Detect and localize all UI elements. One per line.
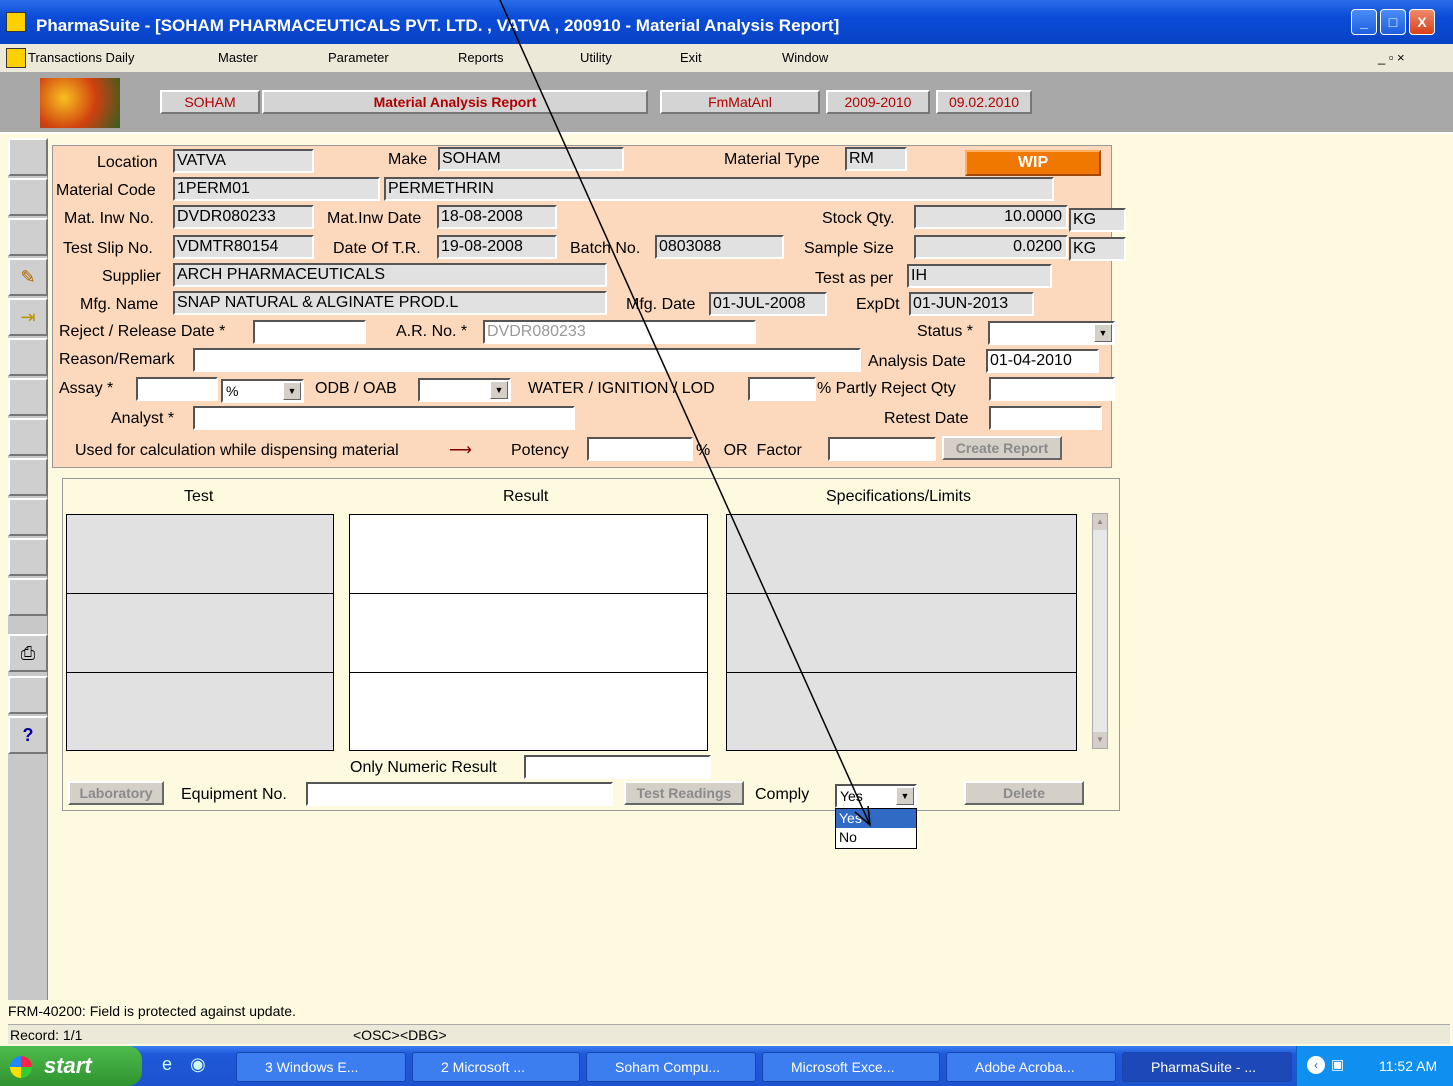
clock: 11:52 AM — [1379, 1058, 1438, 1074]
record-indicator: Record: 1/1 — [10, 1027, 83, 1043]
network-icon[interactable]: ▣ — [1331, 1056, 1344, 1073]
tray-collapse-icon[interactable]: ‹ — [1307, 1056, 1325, 1074]
record-bar: Record: 1/1 <OSC> <DBG> — [8, 1024, 1450, 1044]
task-windows-explorer[interactable]: 3 Windows E... — [236, 1052, 406, 1082]
system-tray: ‹ ▣ 11:52 AM — [1296, 1046, 1453, 1086]
task-microsoft-excel[interactable]: Microsoft Exce... — [762, 1052, 940, 1082]
windows-logo-icon — [10, 1056, 32, 1078]
quicklaunch-icon[interactable]: ◉ — [190, 1054, 206, 1075]
task-adobe-acrobat[interactable]: Adobe Acroba... — [946, 1052, 1116, 1082]
taskbar: start e ◉ 3 Windows E... 2 Microsoft ...… — [0, 1046, 1453, 1086]
dbg-indicator: <DBG> — [400, 1027, 447, 1043]
task-soham-computers[interactable]: Soham Compu... — [586, 1052, 756, 1082]
task-microsoft-word[interactable]: 2 Microsoft ... — [412, 1052, 580, 1082]
annotation-arrow — [499, 0, 871, 827]
task-pharmasuite[interactable]: PharmaSuite - ... — [1122, 1052, 1292, 1082]
status-message: FRM-40200: Field is protected against up… — [8, 1003, 296, 1019]
ie-icon[interactable]: e — [162, 1054, 172, 1075]
osc-indicator: <OSC> — [353, 1027, 400, 1043]
